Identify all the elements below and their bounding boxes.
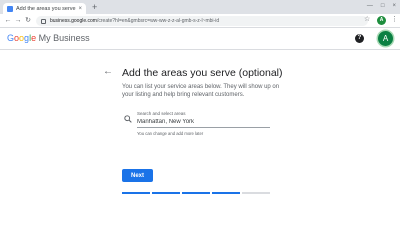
progress-step-3 [182,192,210,194]
gmb-favicon-icon [7,5,13,12]
app-header: Google My Business ? A [0,28,400,50]
tab-close-icon[interactable]: × [78,6,82,12]
new-tab-button[interactable]: + [92,2,97,13]
address-bar[interactable]: business.google.com/create?hl=en&gmbsrc=… [36,16,368,26]
tab-title: Add the areas you serve (optio [16,5,76,12]
reload-button[interactable]: ↻ [23,16,33,26]
progress-step-1 [122,192,150,194]
window-controls: — □ × [367,2,396,11]
service-area-field: Search and select areas [137,111,270,128]
url-text: business.google.com/create?hl=en&gmbsrc=… [50,18,219,24]
browser-tab[interactable]: Add the areas you serve (optio × [3,3,86,14]
close-window-button[interactable]: × [392,2,396,11]
service-area-search-input[interactable] [137,118,270,128]
search-areas-label: Search and select areas [137,111,186,116]
search-icon [124,115,132,123]
lock-icon [41,18,46,24]
progress-step-5 [242,192,270,194]
google-my-business-logo[interactable]: Google My Business [7,33,90,43]
field-hint: You can change and add more later [137,131,204,136]
main-content: ← Add the areas you serve (optional) You… [0,50,400,250]
account-avatar[interactable]: A [378,31,393,46]
forward-nav-button[interactable]: → [13,16,23,26]
url-host: business.google.com [50,18,97,24]
page-description: You can list your service areas below. T… [122,84,280,98]
browser-profile-avatar[interactable]: A [377,16,386,25]
bookmark-star-icon[interactable]: ☆ [364,15,370,23]
back-arrow-icon[interactable]: ← [103,66,113,77]
minimize-button[interactable]: — [367,2,373,11]
browser-toolbar: ← → ↻ business.google.com/create?hl=en&g… [0,14,400,28]
page-title: Add the areas you serve (optional) [122,67,283,79]
progress-step-2 [152,192,180,194]
product-name: My Business [38,33,90,43]
progress-bar [122,192,270,194]
browser-menu-icon[interactable]: ⋮ [391,15,398,25]
google-wordmark: Google [7,33,37,43]
progress-step-4 [212,192,240,194]
help-icon[interactable]: ? [355,34,364,43]
url-path: /create?hl=en&gmbsrc=ww-ww-z-z-al-gmb-s-… [96,18,220,24]
back-nav-button[interactable]: ← [3,16,13,26]
browser-tab-strip: Add the areas you serve (optio × + — □ × [0,0,400,14]
next-button[interactable]: Next [122,169,153,182]
maximize-button[interactable]: □ [381,2,385,11]
